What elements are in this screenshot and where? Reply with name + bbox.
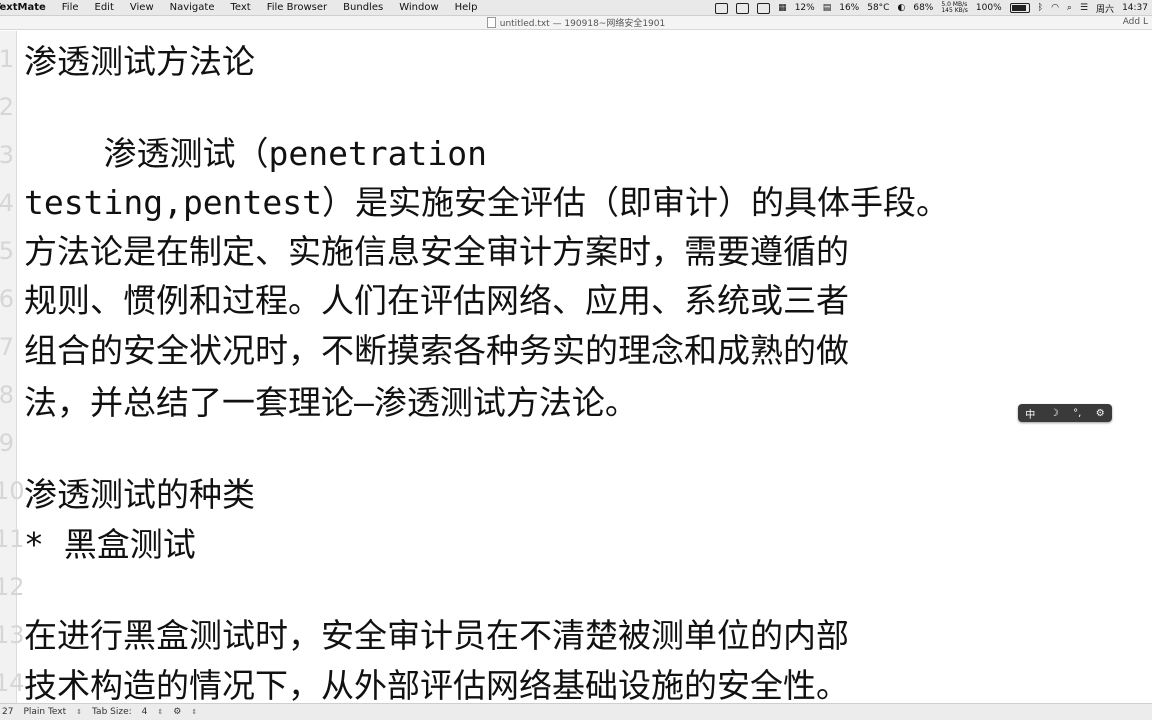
menu-help[interactable]: Help [447,2,486,13]
title-right-label[interactable]: Add L [1123,17,1148,27]
text-line[interactable]: 渗透测试方法论 [24,42,255,82]
chevron-updown-icon[interactable]: ⇕ [76,708,82,716]
disk-readout[interactable]: 68% [913,3,933,13]
chevron-updown-icon[interactable]: ⇕ [191,708,197,716]
clock-time[interactable]: 14:37 [1122,3,1148,13]
line-number: 9 [0,429,14,457]
cpu-icon[interactable]: ▦ [778,3,787,13]
line-number: 3 [0,141,14,169]
line-number: 2 [0,93,14,121]
gear-icon[interactable]: ⚙ [1096,408,1105,419]
tab-size-value[interactable]: 4 [142,707,148,717]
network-readout[interactable]: 5.0 MB/s 145 KB/s [941,2,968,14]
memory-readout[interactable]: 16% [839,3,859,13]
cpu-readout[interactable]: 12% [795,3,815,13]
menu-file-browser[interactable]: File Browser [259,2,335,13]
disk-icon[interactable]: ◐ [897,3,905,13]
chevron-updown-icon[interactable]: ⇕ [157,708,163,716]
line-number: 12 [0,573,25,601]
line-number: 6 [0,285,14,313]
moon-icon[interactable]: ☽ [1050,408,1059,419]
app-menu[interactable]: TextMate [0,2,54,13]
battery-icon[interactable] [1009,3,1030,13]
wifi-icon[interactable]: ◠ [1051,3,1059,13]
text-line[interactable]: 法，并总结了一套理论—渗透测试方法论。 [24,383,638,423]
text-line[interactable]: 方法论是在制定、实施信息安全审计方案时，需要遵循的 [24,232,849,272]
input-method-toolbar[interactable]: 中 ☽ °, ⚙ [1018,404,1112,422]
document-icon [486,17,496,28]
line-number: 7 [0,333,14,361]
line-number: 11 [0,525,25,553]
window-title: untitled.txt — 190918~网络安全1901 [499,19,666,29]
status-icon[interactable] [757,2,771,14]
punctuation-toggle[interactable]: °, [1073,408,1081,419]
menu-bundles[interactable]: Bundles [335,2,391,13]
text-line[interactable]: * 黑盒测试 [24,525,196,565]
status-icon[interactable] [736,2,750,14]
line-number: 8 [0,381,14,409]
menu-navigate[interactable]: Navigate [162,2,223,13]
line-number: 13 [0,621,25,649]
tab-size-label: Tab Size: [92,707,132,717]
menu-file[interactable]: File [54,2,87,13]
temperature-readout[interactable]: 58°C [867,3,889,13]
text-line[interactable]: 在进行黑盒测试时，安全审计员在不清楚被测单位的内部 [24,616,849,656]
menu-edit[interactable]: Edit [87,2,122,13]
bluetooth-icon[interactable]: ᛒ [1038,3,1043,13]
memory-icon[interactable]: ▤ [823,3,832,13]
language-selector[interactable]: Plain Text [23,707,66,717]
line-number: 5 [0,237,14,265]
clock-day[interactable]: 周六 [1096,2,1114,15]
line-number: 4 [0,189,14,217]
text-line[interactable]: 渗透测试的种类 [24,475,255,515]
status-icon[interactable] [715,2,729,14]
gear-icon[interactable]: ⚙ [173,707,181,717]
ime-mode-toggle[interactable]: 中 [1025,406,1035,421]
line-number: 1 [0,45,14,73]
status-area: ▦ 12% ▤ 16% 58°C ◐ 68% 5.0 MB/s 145 KB/s… [715,0,1152,15]
line-number: 14 [0,669,25,697]
menu-bar: TextMate File Edit View Navigate Text Fi… [0,0,1152,16]
menu-window[interactable]: Window [391,2,446,13]
text-line[interactable]: 组合的安全状况时，不断摸索各种务实的理念和成熟的做 [24,331,849,371]
text-line[interactable]: testing,pentest）是实施安全评估（即审计）的具体手段。 [24,183,949,223]
window-title-bar: untitled.txt — 190918~网络安全1901 Add L [0,16,1152,30]
text-line[interactable]: 技术构造的情况下，从外部评估网络基础设施的安全性。 [24,666,849,703]
control-center-icon[interactable]: ☰ [1080,3,1088,13]
menu-view[interactable]: View [122,2,162,13]
text-line[interactable]: 渗透测试（penetration [24,134,487,174]
editor-status-bar: 27 Plain Text ⇕ Tab Size: 4 ⇕ ⚙ ⇕ [0,703,1152,720]
search-icon[interactable]: ⌕ [1067,3,1072,13]
text-editor[interactable]: 渗透测试方法论 渗透测试（penetration testing,pentest… [24,31,1152,703]
line-number-gutter[interactable]: 1 2 3 4 5 6 7 8 9 10 11 12 13 14 [0,31,25,703]
line-column-indicator[interactable]: 27 [2,707,13,717]
line-number: 10 [0,477,25,505]
menu-text[interactable]: Text [222,2,258,13]
text-line[interactable]: 规则、惯例和过程。人们在评估网络、应用、系统或三者 [24,281,849,321]
battery-readout[interactable]: 100% [976,3,1002,13]
